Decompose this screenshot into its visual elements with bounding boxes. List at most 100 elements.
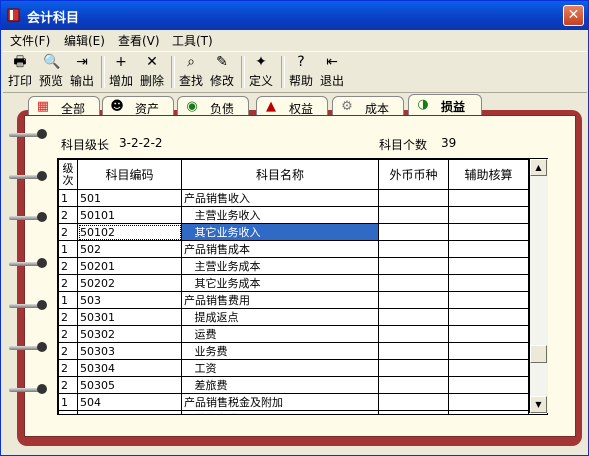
cell-level[interactable]: 2: [58, 223, 78, 241]
cell-code[interactable]: 511: [77, 410, 182, 414]
cell-aux[interactable]: [448, 342, 529, 360]
cell-level[interactable]: 1: [58, 240, 78, 258]
cell-aux[interactable]: [448, 393, 529, 411]
exit-button[interactable]: ⇤ 退出: [317, 54, 347, 90]
cell-aux[interactable]: [448, 308, 529, 326]
table-row[interactable]: 1511其他业务收入: [58, 410, 529, 414]
cell-name[interactable]: 业务费: [181, 342, 379, 360]
cell-code[interactable]: 502: [77, 240, 182, 258]
cell-name[interactable]: 产品销售费用: [181, 291, 379, 309]
header-level[interactable]: 级次: [58, 159, 78, 190]
tab-cost[interactable]: ⚙ 成本: [332, 96, 404, 117]
cell-currency[interactable]: [378, 274, 449, 292]
cell-name[interactable]: 其它业务成本: [181, 274, 379, 292]
cell-code[interactable]: 50302: [77, 325, 182, 343]
tab-equity[interactable]: ▲ 权益: [256, 96, 328, 117]
cell-name[interactable]: 产品销售税金及附加: [181, 393, 379, 411]
cell-code[interactable]: 504: [77, 393, 182, 411]
cell-level[interactable]: 1: [58, 291, 78, 309]
scroll-up-button[interactable]: ▲: [530, 159, 547, 176]
table-row[interactable]: 2 50102 其它业务收入: [58, 223, 529, 241]
cell-aux[interactable]: [448, 223, 529, 241]
scroll-down-button[interactable]: ▼: [530, 396, 547, 413]
table-row[interactable]: 2 50303 业务费: [58, 342, 529, 360]
cell-name[interactable]: 差旅费: [181, 376, 379, 394]
tab-liability[interactable]: ◉ 负债: [177, 96, 249, 117]
table-row[interactable]: 2 50201 主营业务成本: [58, 257, 529, 275]
export-button[interactable]: ⇥ 输出: [67, 54, 97, 90]
header-name[interactable]: 科目名称: [181, 159, 379, 190]
cell-level[interactable]: 2: [58, 325, 78, 343]
cell-code[interactable]: 50201: [77, 257, 182, 275]
cell-aux[interactable]: [448, 359, 529, 377]
cell-currency[interactable]: [378, 342, 449, 360]
help-button[interactable]: ? 帮助: [286, 54, 316, 90]
cell-name[interactable]: 工资: [181, 359, 379, 377]
cell-level[interactable]: 1: [58, 189, 78, 207]
cell-aux[interactable]: [448, 410, 529, 414]
cell-aux[interactable]: [448, 240, 529, 258]
print-button[interactable]: 🖶 打印: [5, 54, 35, 90]
close-button[interactable]: ✕: [563, 5, 584, 26]
cell-currency[interactable]: [378, 376, 449, 394]
menu-view[interactable]: 查看(V): [118, 32, 160, 49]
cell-aux[interactable]: [448, 376, 529, 394]
cell-level[interactable]: 1: [58, 410, 78, 414]
cell-aux[interactable]: [448, 189, 529, 207]
cell-aux[interactable]: [448, 291, 529, 309]
cell-currency[interactable]: [378, 393, 449, 411]
scroll-thumb[interactable]: [530, 345, 547, 363]
cell-name[interactable]: 产品销售成本: [181, 240, 379, 258]
cell-level[interactable]: 2: [58, 342, 78, 360]
menu-file[interactable]: 文件(F): [10, 32, 50, 49]
cell-code[interactable]: 503: [77, 291, 182, 309]
vertical-scrollbar[interactable]: ▲ ▼: [529, 159, 548, 413]
table-row[interactable]: 2 50202 其它业务成本: [58, 274, 529, 292]
define-button[interactable]: ✦ 定义: [246, 54, 276, 90]
add-button[interactable]: + 增加: [106, 54, 136, 90]
header-code[interactable]: 科目编码: [77, 159, 182, 190]
table-row[interactable]: 1 504 产品销售税金及附加: [58, 393, 529, 411]
table-row[interactable]: 2 50301 提成返点: [58, 308, 529, 326]
menu-tools[interactable]: 工具(T): [172, 32, 213, 49]
cell-aux[interactable]: [448, 274, 529, 292]
cell-currency[interactable]: [378, 257, 449, 275]
cell-code[interactable]: 50301: [77, 308, 182, 326]
preview-button[interactable]: 🔍 预览: [36, 54, 66, 90]
cell-level[interactable]: 2: [58, 359, 78, 377]
cell-aux[interactable]: [448, 206, 529, 224]
tab-all[interactable]: ▦ 全部: [28, 96, 100, 117]
menu-edit[interactable]: 编辑(E): [64, 32, 105, 49]
cell-currency[interactable]: [378, 240, 449, 258]
table-row[interactable]: 1 503 产品销售费用: [58, 291, 529, 309]
cell-code[interactable]: 50303: [77, 342, 182, 360]
cell-level[interactable]: 1: [58, 393, 78, 411]
table-row[interactable]: 2 50304 工资: [58, 359, 529, 377]
cell-code[interactable]: 50304: [77, 359, 182, 377]
delete-button[interactable]: ✕ 删除: [137, 54, 167, 90]
cell-name[interactable]: 其他业务收入: [181, 410, 379, 414]
cell-currency[interactable]: [378, 291, 449, 309]
header-aux[interactable]: 辅助核算: [448, 159, 529, 190]
cell-name[interactable]: 主营业务收入: [181, 206, 379, 224]
cell-level[interactable]: 2: [58, 376, 78, 394]
cell-level[interactable]: 2: [58, 257, 78, 275]
cell-name[interactable]: 产品销售收入: [181, 189, 379, 207]
title-bar[interactable]: 会计科目 ✕: [1, 1, 588, 30]
cell-name[interactable]: 其它业务收入: [181, 223, 379, 241]
table-row[interactable]: 2 50101 主营业务收入: [58, 206, 529, 224]
edit-button[interactable]: ✎ 修改: [207, 54, 237, 90]
cell-code[interactable]: 50102: [77, 223, 182, 241]
cell-level[interactable]: 2: [58, 308, 78, 326]
table-row[interactable]: 1 502 产品销售成本: [58, 240, 529, 258]
header-currency[interactable]: 外币币种: [378, 159, 449, 190]
table-row[interactable]: 2 50302 运费: [58, 325, 529, 343]
cell-currency[interactable]: [378, 206, 449, 224]
table-row[interactable]: 2 50305 差旅费: [58, 376, 529, 394]
cell-code[interactable]: 50202: [77, 274, 182, 292]
cell-currency[interactable]: [378, 189, 449, 207]
cell-currency[interactable]: [378, 359, 449, 377]
cell-aux[interactable]: [448, 325, 529, 343]
cell-name[interactable]: 提成返点: [181, 308, 379, 326]
cell-name[interactable]: 主营业务成本: [181, 257, 379, 275]
